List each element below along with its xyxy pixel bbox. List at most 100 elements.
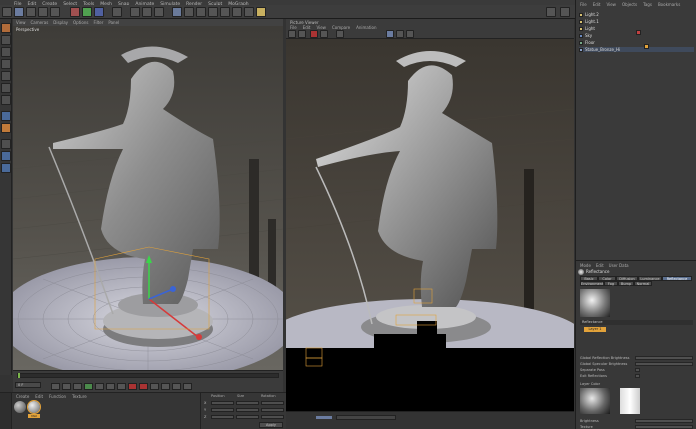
attr-menu-edit[interactable]: Edit <box>596 263 604 268</box>
apply-button[interactable]: Apply <box>259 422 283 428</box>
workplane-icon[interactable] <box>1 59 11 69</box>
cube-icon[interactable] <box>172 7 182 17</box>
pv-open-icon[interactable] <box>298 30 306 38</box>
quantize-icon[interactable] <box>1 151 11 161</box>
help-icon[interactable] <box>560 7 570 17</box>
timeline-ruler[interactable] <box>17 373 279 378</box>
viewport-menu-cameras[interactable]: Cameras <box>31 20 49 25</box>
param-checkbox[interactable] <box>635 367 640 372</box>
layout-icon[interactable] <box>546 7 556 17</box>
snap-icon[interactable] <box>1 139 11 149</box>
camera-icon[interactable] <box>244 7 254 17</box>
timeline[interactable]: 0 F <box>13 370 283 392</box>
goto-end-icon[interactable] <box>117 382 126 390</box>
position-z-field[interactable] <box>211 415 234 419</box>
param-field[interactable] <box>635 361 693 366</box>
material-swatch-1[interactable] <box>27 400 41 414</box>
lock-workplane-icon[interactable] <box>1 163 11 173</box>
object-row[interactable]: Light.2 <box>579 12 694 17</box>
size-y-field[interactable] <box>236 408 259 412</box>
live-selection-icon[interactable] <box>14 7 24 17</box>
viewport-menu-filter[interactable]: Filter <box>93 20 103 25</box>
viewport-menu-panel[interactable]: Panel <box>108 20 119 25</box>
floor-icon[interactable] <box>232 7 242 17</box>
current-frame-field[interactable]: 0 F <box>15 382 41 388</box>
pen-icon[interactable] <box>184 7 194 17</box>
material-preview[interactable] <box>580 289 610 317</box>
z-axis-icon[interactable] <box>94 7 104 17</box>
x-axis-icon[interactable] <box>70 7 80 17</box>
param-checkbox[interactable] <box>635 373 640 378</box>
prev-frame-icon[interactable] <box>73 382 82 390</box>
pv-zoom-icon[interactable] <box>386 30 394 38</box>
polygons-mode-icon[interactable] <box>1 95 11 105</box>
light-icon[interactable] <box>256 7 266 17</box>
param-field[interactable] <box>635 355 693 360</box>
playhead[interactable] <box>18 373 20 378</box>
material-menu-edit[interactable]: Edit <box>35 394 43 399</box>
prev-key-icon[interactable] <box>62 382 71 390</box>
material-menu-texture[interactable]: Texture <box>72 394 87 399</box>
material-swatch-0[interactable] <box>14 401 26 413</box>
layer-button[interactable]: Layer 1 <box>584 327 606 332</box>
render-view-icon[interactable] <box>130 7 140 17</box>
texture-mode-icon[interactable] <box>1 47 11 57</box>
goto-start-icon[interactable] <box>51 382 60 390</box>
material-tag-icon[interactable] <box>636 30 641 35</box>
attr-menu-userdata[interactable]: User Data <box>609 263 629 268</box>
pv-channel-icon[interactable] <box>406 30 414 38</box>
render-to-picture-viewer-icon[interactable] <box>142 7 152 17</box>
model-mode-icon[interactable] <box>1 35 11 45</box>
tab-bump[interactable]: Bump <box>618 281 634 286</box>
texture-tag-icon[interactable] <box>644 44 649 49</box>
tab-fog[interactable]: Fog <box>604 281 618 286</box>
autokey-icon[interactable] <box>139 382 148 390</box>
rotation-p-field[interactable] <box>261 408 284 412</box>
rotation-h-field[interactable] <box>261 401 284 405</box>
object-row[interactable]: Floor <box>579 40 694 45</box>
tweak-icon[interactable] <box>1 123 11 133</box>
points-mode-icon[interactable] <box>1 71 11 81</box>
size-x-field[interactable] <box>236 401 259 405</box>
material-manager-tab[interactable] <box>0 393 12 429</box>
attr-menu-mode[interactable]: Mode <box>580 263 591 268</box>
rotation-key-icon[interactable] <box>183 382 192 390</box>
om-menu-view[interactable]: View <box>606 2 616 7</box>
next-key-icon[interactable] <box>106 382 115 390</box>
tab-reflectance[interactable]: Reflectance <box>662 276 692 281</box>
undo-icon[interactable] <box>2 7 12 17</box>
tab-normal[interactable]: Normal <box>634 281 652 286</box>
object-row[interactable]: Light.1 <box>579 19 694 24</box>
viewport-menu-options[interactable]: Options <box>73 20 88 25</box>
viewport-menu-view[interactable]: View <box>16 20 26 25</box>
render-settings-icon[interactable] <box>154 7 164 17</box>
coord-system-icon[interactable] <box>112 7 122 17</box>
pv-save-icon[interactable] <box>288 30 296 38</box>
scale-key-icon[interactable] <box>172 382 181 390</box>
position-x-field[interactable] <box>211 401 234 405</box>
edges-mode-icon[interactable] <box>1 83 11 93</box>
om-menu-file[interactable]: File <box>580 2 587 7</box>
move-icon[interactable] <box>26 7 36 17</box>
record-icon[interactable] <box>128 382 137 390</box>
y-axis-icon[interactable] <box>82 7 92 17</box>
viewport-menu-display[interactable]: Display <box>53 20 68 25</box>
material-menu-create[interactable]: Create <box>16 394 29 399</box>
enable-axis-icon[interactable] <box>1 111 11 121</box>
perspective-viewport[interactable] <box>13 19 283 375</box>
next-frame-icon[interactable] <box>95 382 104 390</box>
tab-environment[interactable]: Environment <box>580 281 604 286</box>
pv-stop-icon[interactable] <box>310 30 318 38</box>
pv-compare-icon[interactable] <box>336 30 344 38</box>
om-menu-objects[interactable]: Objects <box>622 2 637 7</box>
play-icon[interactable] <box>84 382 93 390</box>
layer-color-preview[interactable] <box>580 388 610 414</box>
om-menu-bookmarks[interactable]: Bookmarks <box>658 2 680 7</box>
pv-fit-icon[interactable] <box>396 30 404 38</box>
keyframe-selection-icon[interactable] <box>150 382 159 390</box>
material-menu-function[interactable]: Function <box>49 394 66 399</box>
rotate-icon[interactable] <box>50 7 60 17</box>
pv-menu-animation[interactable]: Animation <box>356 25 376 30</box>
picture-viewer[interactable] <box>286 19 574 411</box>
layer-color-swatch[interactable] <box>620 388 640 414</box>
